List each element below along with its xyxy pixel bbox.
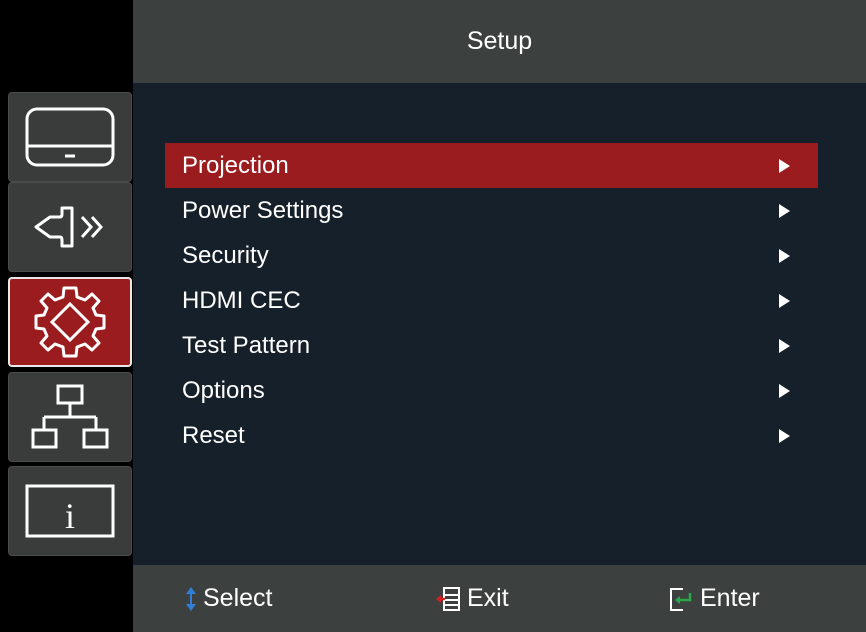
menu-item-label: Projection (182, 151, 289, 179)
audio-icon (30, 202, 110, 252)
menu-item-label: HDMI CEC (182, 286, 301, 314)
menu-item-projection[interactable]: Projection (165, 143, 818, 188)
menu-item-label: Power Settings (182, 196, 344, 224)
select-hint: Select (185, 565, 272, 632)
menu-item-test-pattern[interactable]: Test Pattern (165, 323, 818, 368)
chevron-right-icon (779, 293, 790, 308)
menu-item-hdmi-cec[interactable]: HDMI CEC (165, 278, 818, 323)
chevron-right-icon (779, 338, 790, 353)
menu-item-label: Options (182, 376, 265, 404)
menu-item-reset[interactable]: Reset (165, 413, 818, 458)
menu-item-security[interactable]: Security (165, 233, 818, 278)
page-title: Setup (466, 27, 533, 55)
up-down-arrow-icon (185, 586, 197, 612)
exit-icon (435, 586, 461, 612)
chevron-right-icon (779, 158, 790, 173)
chevron-right-icon (779, 383, 790, 398)
gear-icon (32, 284, 108, 360)
sidebar-item-information[interactable]: i (8, 466, 132, 556)
chevron-right-icon (779, 203, 790, 218)
select-hint-label: Select (203, 584, 273, 612)
menu-item-label: Reset (182, 421, 245, 449)
chevron-right-icon (779, 248, 790, 263)
sidebar-item-network[interactable] (8, 372, 132, 462)
menu-item-label: Test Pattern (182, 331, 311, 359)
enter-hint: Enter (668, 565, 760, 632)
enter-icon (668, 586, 694, 612)
setup-menu: Projection Power Settings Security HDMI … (165, 143, 818, 458)
enter-hint-label: Enter (700, 584, 760, 612)
network-icon (30, 382, 110, 452)
exit-hint: Exit (435, 565, 509, 632)
menu-item-options[interactable]: Options (165, 368, 818, 413)
main-panel: Projection Power Settings Security HDMI … (133, 83, 866, 565)
menu-item-label: Security (182, 241, 269, 269)
sidebar-item-audio[interactable] (8, 182, 132, 272)
sidebar-item-display[interactable] (8, 92, 132, 182)
footer-hints: Select Exit Enter (133, 565, 866, 632)
exit-hint-label: Exit (467, 584, 509, 612)
header: Setup (133, 0, 866, 83)
svg-text:i: i (65, 496, 75, 536)
menu-item-power-settings[interactable]: Power Settings (165, 188, 818, 233)
display-icon (24, 106, 116, 168)
chevron-right-icon (779, 428, 790, 443)
info-icon: i (24, 483, 116, 539)
sidebar: i (0, 0, 133, 632)
sidebar-item-setup[interactable] (8, 277, 132, 367)
